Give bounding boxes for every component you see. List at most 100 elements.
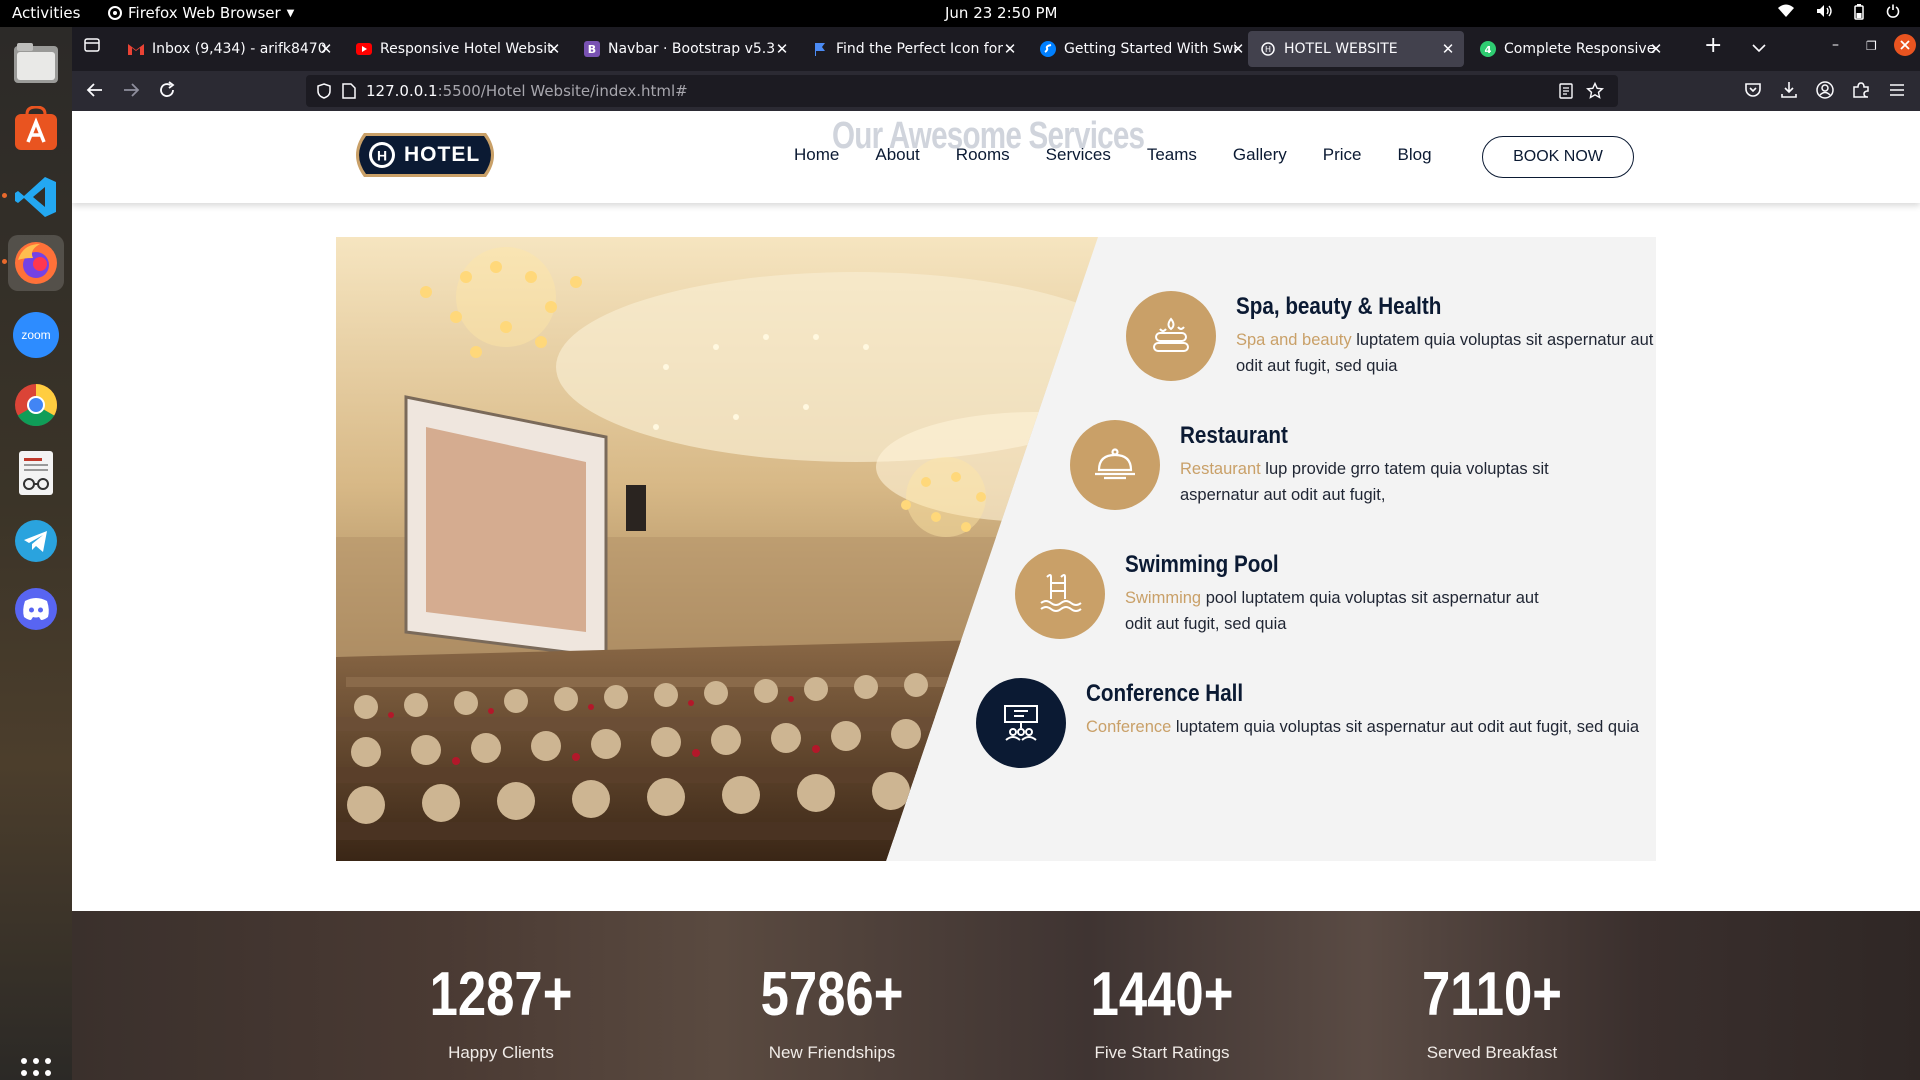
close-window-button[interactable] [1894, 34, 1916, 61]
flag-icon [812, 41, 828, 57]
close-icon [1894, 34, 1916, 56]
firefox-view-icon [84, 38, 100, 52]
firefox-small-icon [108, 6, 122, 20]
app-center-icon [15, 106, 57, 150]
activities-button[interactable]: Activities [12, 4, 80, 22]
nav-gallery[interactable]: Gallery [1233, 145, 1287, 165]
tab-youtube[interactable]: Responsive Hotel Websit ✕ [344, 31, 570, 67]
bootstrap-icon: B [584, 41, 600, 57]
tab-title: Complete Responsive Ho [1504, 41, 1658, 57]
tab-title: Getting Started With Swi [1064, 41, 1238, 57]
services-section: Spa, beauty & Health Spa and beauty lupt… [336, 237, 1656, 861]
logo-text: HOTEL [404, 143, 481, 166]
tab-bootstrap[interactable]: B Navbar · Bootstrap v5.3 ✕ [572, 31, 798, 67]
close-tab-icon[interactable]: ✕ [1000, 39, 1020, 59]
telegram-icon [15, 520, 57, 562]
hotel-logo[interactable]: H HOTEL [348, 131, 502, 179]
dock-chrome[interactable] [8, 377, 64, 433]
stat-number: 1287+ [429, 960, 573, 1029]
app-menu[interactable]: Firefox Web Browser ▼ [108, 4, 294, 22]
nav-about[interactable]: About [875, 145, 919, 165]
chevron-down-icon [1752, 44, 1766, 53]
zoom-label: zoom [21, 328, 51, 342]
dock-app-center[interactable] [8, 101, 64, 157]
tab-title: Responsive Hotel Websit [380, 41, 553, 57]
service-description: Spa and beauty luptatem quia voluptas si… [1236, 327, 1656, 379]
spa-icon [1126, 291, 1216, 381]
list-all-tabs-button[interactable] [1752, 37, 1766, 58]
reader-view-icon[interactable] [1558, 83, 1574, 99]
nav-services[interactable]: Services [1046, 145, 1111, 165]
dock-files[interactable] [8, 35, 64, 91]
dock-document-viewer[interactable] [8, 445, 64, 501]
dock-telegram[interactable] [8, 513, 64, 569]
pocket-button[interactable] [1744, 81, 1762, 103]
running-indicator [2, 193, 7, 198]
battery-icon [1854, 4, 1864, 20]
extensions-button[interactable] [1852, 81, 1870, 103]
stat-label: New Friendships [768, 1043, 896, 1062]
restore-icon: ❐ [1866, 39, 1877, 53]
tab-swiper[interactable]: Getting Started With Swi ✕ [1028, 31, 1254, 67]
conference-hall-photo [336, 237, 1098, 861]
close-tab-icon[interactable]: ✕ [544, 39, 564, 59]
app-menu-label: Firefox Web Browser [128, 4, 281, 22]
service-title: Conference Hall [1086, 680, 1244, 707]
nav-teams[interactable]: Teams [1147, 145, 1197, 165]
close-tab-icon[interactable]: ✕ [772, 39, 792, 59]
menu-button[interactable] [1888, 81, 1906, 103]
url-text: 127.0.0.1:5500/Hotel Website/index.html# [366, 82, 688, 100]
nav-rooms[interactable]: Rooms [956, 145, 1010, 165]
firefox-view-button[interactable] [84, 37, 100, 58]
svg-text:4: 4 [1485, 45, 1492, 56]
dock-discord[interactable] [8, 581, 64, 637]
dock-vscode[interactable] [2, 169, 64, 225]
stat-label: Happy Clients [448, 1043, 554, 1062]
close-tab-icon[interactable]: ✕ [1228, 39, 1248, 59]
address-bar[interactable]: 127.0.0.1:5500/Hotel Website/index.html# [306, 75, 1618, 107]
system-tray[interactable] [1778, 4, 1900, 20]
minimize-icon: – [1832, 37, 1839, 53]
stat-label: Five Start Ratings [1094, 1043, 1230, 1062]
service-highlight: Spa and beauty [1236, 331, 1352, 349]
forward-button[interactable] [122, 81, 140, 103]
nav-blog[interactable]: Blog [1398, 145, 1432, 165]
tab-responsive[interactable]: 4 Complete Responsive Ho ✕ [1468, 31, 1672, 67]
downloads-button[interactable] [1780, 81, 1798, 103]
files-icon [14, 43, 58, 83]
stat-item: 1287+ Happy Clients [381, 963, 621, 1063]
hamburger-menu-icon [1890, 84, 1904, 96]
dock-zoom[interactable]: zoom [8, 307, 64, 363]
book-now-button[interactable]: BOOK NOW [1482, 136, 1634, 178]
account-button[interactable] [1816, 81, 1834, 103]
nav-price[interactable]: Price [1323, 145, 1362, 165]
nav-home[interactable]: Home [794, 145, 839, 165]
hotel-icon: H [1260, 41, 1276, 57]
back-button[interactable] [86, 81, 104, 103]
close-tab-icon[interactable]: ✕ [1646, 39, 1666, 59]
svg-text:H: H [1265, 45, 1271, 54]
show-applications-button[interactable] [20, 1057, 52, 1080]
minimize-button[interactable]: – [1832, 37, 1839, 53]
firefox-icon [15, 242, 57, 284]
dock-firefox[interactable] [2, 235, 64, 291]
wifi-icon [1778, 4, 1794, 17]
page-info-icon[interactable] [342, 83, 356, 99]
vscode-icon [15, 177, 56, 217]
close-tab-icon[interactable]: ✕ [316, 39, 336, 59]
url-path: :5500/Hotel Website/index.html# [437, 82, 688, 100]
close-tab-icon[interactable]: ✕ [1438, 39, 1458, 59]
bookmark-star-icon[interactable] [1586, 82, 1604, 100]
dock: zoom [0, 27, 72, 1080]
new-tab-button[interactable]: + [1704, 33, 1722, 58]
service-text: luptatem quia voluptas sit aspernatur au… [1171, 718, 1640, 736]
maximize-button[interactable]: ❐ [1866, 39, 1877, 53]
tab-gmail[interactable]: Inbox (9,434) - arifk8470 ✕ [116, 31, 342, 67]
tab-hotel-website[interactable]: H HOTEL WEBSITE ✕ [1248, 31, 1464, 67]
shield-icon[interactable] [316, 83, 332, 99]
tab-icons[interactable]: Find the Perfect Icon for ✕ [800, 31, 1026, 67]
reload-button[interactable] [158, 81, 176, 103]
clock[interactable]: Jun 23 2:50 PM [945, 4, 1058, 22]
arrow-right-icon [124, 83, 140, 97]
system-top-bar: Activities Firefox Web Browser ▼ Jun 23 … [0, 0, 1920, 27]
